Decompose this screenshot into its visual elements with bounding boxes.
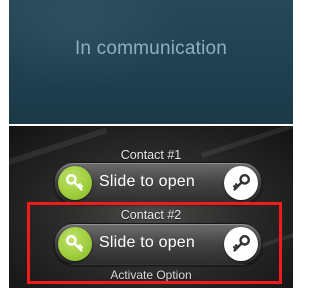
contact-1-slider[interactable]: Slide to open: [54, 162, 262, 204]
call-status-panel: In communication: [9, 0, 293, 124]
highlight-box: [27, 202, 282, 284]
contact-1-slider-end: [224, 166, 258, 200]
contact-1-label: Contact #1: [120, 148, 182, 162]
contact-1-slider-label: Slide to open: [99, 173, 196, 190]
key-icon: [232, 174, 250, 191]
call-status-text: In communication: [74, 38, 228, 59]
contact-1-slider-knob[interactable]: [58, 166, 92, 200]
key-icon: [66, 174, 84, 191]
